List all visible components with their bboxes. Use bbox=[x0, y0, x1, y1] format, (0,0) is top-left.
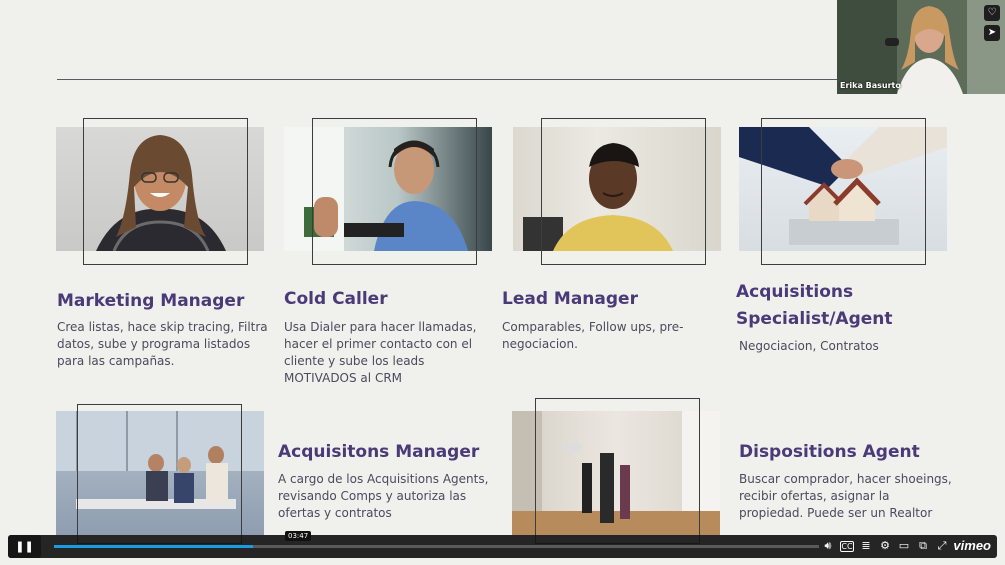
video-player-bar: ❚❚ 03:47 🔊︎ CC ≣ ⚙ ▭ ⧉ ⤢ vimeo bbox=[8, 531, 997, 558]
airplay-icon[interactable]: ▭ bbox=[897, 539, 911, 553]
progress-track[interactable]: 03:47 bbox=[54, 531, 819, 548]
lead-manager-title: Lead Manager bbox=[502, 289, 638, 309]
volume-icon[interactable]: 🔊︎ bbox=[821, 539, 835, 553]
settings-icon[interactable]: ⚙ bbox=[878, 539, 892, 553]
divider-line bbox=[57, 79, 847, 80]
lead-manager-frame bbox=[541, 118, 706, 265]
fullscreen-icon[interactable]: ⤢ bbox=[935, 539, 949, 553]
cold-caller-frame bbox=[312, 118, 477, 265]
acquisitions-manager-title: Acquisitons Manager bbox=[278, 442, 480, 462]
dispositions-agent-title: Dispositions Agent bbox=[739, 442, 920, 462]
acquisitions-specialist-desc: Negociacion, Contratos bbox=[739, 339, 879, 353]
progress-fill bbox=[54, 545, 253, 548]
like-heart-icon[interactable]: ♡ bbox=[984, 5, 1000, 21]
pip-icon[interactable]: ⧉ bbox=[916, 539, 930, 553]
transcript-icon[interactable]: ≣ bbox=[859, 539, 873, 553]
dispositions-agent-frame bbox=[535, 398, 700, 544]
vimeo-logo[interactable]: vimeo bbox=[953, 538, 991, 553]
webcam-name-label: Erika Basurto bbox=[840, 81, 901, 90]
acquisitions-specialist-frame bbox=[761, 118, 926, 265]
pause-icon[interactable]: ❚❚ bbox=[8, 535, 41, 558]
acquisitions-manager-frame bbox=[77, 404, 242, 544]
cc-icon[interactable]: CC bbox=[840, 541, 854, 552]
time-tooltip: 03:47 bbox=[285, 531, 312, 541]
dispositions-agent-desc: Buscar comprador, hacer shoeings, recibi… bbox=[739, 472, 952, 520]
marketing-manager-title: Marketing Manager bbox=[57, 291, 245, 311]
marketing-manager-frame bbox=[83, 118, 248, 265]
cold-caller-title: Cold Caller bbox=[284, 289, 388, 309]
cold-caller-desc: Usa Dialer para hacer llamadas, hacer el… bbox=[284, 320, 477, 385]
share-send-icon[interactable]: ➤ bbox=[984, 25, 1000, 41]
marketing-manager-desc: Crea listas, hace skip tracing, Filtra d… bbox=[57, 320, 268, 368]
webcam-overlay[interactable]: ♡ ➤ Erika Basurto bbox=[837, 0, 1005, 94]
lead-manager-desc: Comparables, Follow ups, pre-negociacion… bbox=[502, 320, 684, 351]
acquisitions-specialist-title: Acquisitions Specialist/Agent bbox=[736, 282, 893, 329]
acquisitions-manager-desc: A cargo de los Acquisitions Agents, revi… bbox=[278, 472, 489, 520]
